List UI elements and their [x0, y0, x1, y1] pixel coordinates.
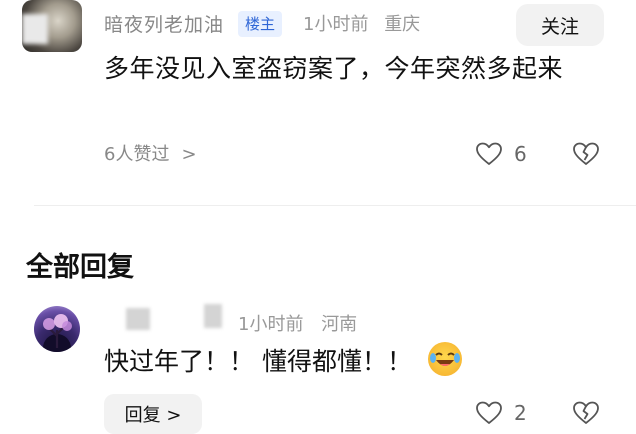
dislike-button[interactable]: [573, 401, 599, 429]
avatar[interactable]: [34, 306, 80, 352]
timestamp: 1小时前: [303, 14, 369, 35]
like-button[interactable]: 2: [476, 401, 527, 425]
username[interactable]: 暗夜列老加油: [104, 8, 224, 34]
dislike-button[interactable]: [573, 142, 599, 170]
laughing-tears-emoji-icon: [427, 342, 462, 376]
divider: [34, 205, 636, 206]
location: 河南: [321, 314, 358, 335]
reply-button[interactable]: 回复 >: [104, 394, 202, 434]
redacted-username: [204, 304, 222, 328]
comment-meta: 1小时前 重庆: [303, 10, 430, 36]
timestamp: 1小时前: [238, 314, 304, 335]
chevron-right-icon: >: [181, 144, 197, 165]
like-count: 6: [514, 142, 527, 166]
comment-text: 多年没见入室盗窃案了，今年突然多起来: [104, 54, 564, 83]
section-title: 全部回复: [26, 252, 134, 283]
reply-text-body: 快过年了！！ 懂得都懂！！: [104, 347, 412, 376]
broken-heart-icon: [573, 401, 599, 424]
like-count: 2: [514, 401, 527, 425]
location: 重庆: [384, 14, 421, 35]
heart-icon: [476, 401, 502, 424]
redacted-username: [126, 308, 150, 330]
heart-icon: [476, 142, 502, 165]
author-badge: 楼主: [238, 11, 283, 37]
broken-heart-icon: [573, 142, 599, 165]
like-button[interactable]: 6: [476, 142, 527, 166]
reply-meta: 1小时前 河南: [238, 310, 369, 336]
likers-text: 6人赞过: [104, 144, 170, 165]
tree-icon: [43, 314, 72, 352]
likers-link[interactable]: 6人赞过 >: [104, 140, 197, 166]
avatar[interactable]: [22, 0, 82, 52]
follow-button[interactable]: 关注: [516, 4, 604, 46]
reply-text: 快过年了！！ 懂得都懂！！: [104, 342, 462, 380]
avatar-blur: [22, 14, 48, 44]
